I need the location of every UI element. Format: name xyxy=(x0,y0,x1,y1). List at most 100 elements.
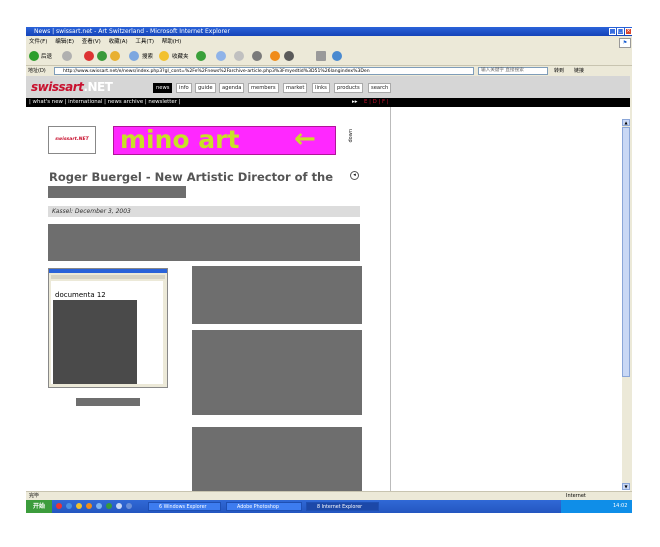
image-credit-block xyxy=(76,398,140,406)
logo-text: swissart xyxy=(31,80,84,94)
nav-members[interactable]: members xyxy=(248,83,279,93)
nav-search[interactable]: search xyxy=(368,83,392,93)
clock: 14:02 xyxy=(613,503,628,509)
logo-ext: .NET xyxy=(83,80,113,94)
minimize-button[interactable]: _ xyxy=(609,28,616,35)
app-icon[interactable] xyxy=(106,503,112,509)
history-icon[interactable] xyxy=(196,51,206,61)
dateline: Kassel: December 3, 2003 xyxy=(52,208,131,215)
go-button[interactable]: 转到 xyxy=(554,66,564,76)
back-button-label[interactable]: 后退 xyxy=(41,52,52,60)
discuss-icon[interactable] xyxy=(332,51,342,61)
page-viewport: swissart.NET news info guide agenda memb… xyxy=(26,76,630,491)
favorites-button-label[interactable]: 收藏夹 xyxy=(172,52,189,60)
window-title: News | swissart.net - Art Switzerland - … xyxy=(34,28,230,35)
article-title: Roger Buergel - New Artistic Director of… xyxy=(49,170,334,184)
back-arrow-icon[interactable] xyxy=(29,51,39,61)
url-field[interactable]: http://www.swissart.net/e/news/index.php… xyxy=(54,67,474,75)
scroll-arrow-icon[interactable]: ◂ xyxy=(350,171,359,180)
address-label: 地址(D) xyxy=(28,68,46,74)
scroll-down-icon[interactable]: ▼ xyxy=(622,483,630,490)
menu-edit[interactable]: 编辑(E) xyxy=(55,39,74,45)
keyword-search-field[interactable]: 输入关键字 直接搜索 xyxy=(478,67,548,75)
nav-news[interactable]: news xyxy=(153,83,173,93)
nav-products[interactable]: products xyxy=(334,83,363,93)
menu-view[interactable]: 查看(V) xyxy=(82,39,101,45)
nav-links[interactable]: links xyxy=(312,83,330,93)
image-titlebar xyxy=(49,269,167,273)
messenger-icon[interactable] xyxy=(284,51,294,61)
menu-bar: 文件(F) 编辑(E) 查看(V) 收藏(A) 工具(T) 帮助(H) ⚑ xyxy=(26,37,632,48)
sub-navigation: | what's new | international | news arch… xyxy=(26,98,630,107)
site-logo[interactable]: swissart.NET xyxy=(31,80,113,94)
banner-text: mino art xyxy=(120,125,240,154)
lead-text-block xyxy=(48,224,360,261)
close-button[interactable]: × xyxy=(625,28,632,35)
play-icon: ▸▸ xyxy=(352,99,358,105)
text-block-2 xyxy=(192,330,362,415)
address-bar: 地址(D) http://www.swissart.net/e/news/ind… xyxy=(26,65,632,76)
media-play-icon[interactable] xyxy=(270,51,280,61)
app-icon[interactable] xyxy=(76,503,82,509)
nav-agenda[interactable]: agenda xyxy=(219,83,245,93)
url-text: http://www.swissart.net/e/news/index.php… xyxy=(63,69,370,74)
text-block-3 xyxy=(192,427,362,491)
task-photoshop[interactable]: Adobe Photoshop xyxy=(226,502,302,511)
scroll-up-icon[interactable]: ▲ xyxy=(622,119,630,126)
nav-guide[interactable]: guide xyxy=(195,83,216,93)
app-icon[interactable] xyxy=(96,503,102,509)
subnav-links[interactable]: | what's new | international | news arch… xyxy=(29,98,180,107)
site-header: swissart.NET news info guide agenda memb… xyxy=(26,76,630,98)
task-internet-explorer[interactable]: 8 Internet Explorer xyxy=(306,502,379,511)
image-caption: documenta 12 xyxy=(55,291,106,299)
refresh-icon[interactable] xyxy=(97,51,107,61)
maximize-button[interactable]: □ xyxy=(617,28,624,35)
app-icon[interactable] xyxy=(66,503,72,509)
text-block-1 xyxy=(192,266,362,324)
menu-tools[interactable]: 工具(T) xyxy=(135,39,154,45)
image-dark-block xyxy=(53,300,137,384)
browser-window: News | swissart.net - Art Switzerland - … xyxy=(26,27,632,513)
system-tray: 14:02 xyxy=(561,500,632,513)
app-icon[interactable] xyxy=(56,503,62,509)
forward-arrow-icon[interactable] xyxy=(62,51,72,61)
favorites-star-icon[interactable] xyxy=(159,51,169,61)
nav-info[interactable]: info xyxy=(176,83,192,93)
stop-icon[interactable] xyxy=(84,51,94,61)
print-icon[interactable] xyxy=(234,51,244,61)
title-bar: News | swissart.net - Art Switzerland - … xyxy=(26,27,632,36)
scroll-thumb[interactable] xyxy=(622,127,630,377)
toolbar: 后退 搜索 收藏夹 xyxy=(26,48,632,64)
nav-market[interactable]: market xyxy=(283,83,308,93)
search-button-label[interactable]: 搜索 xyxy=(142,52,153,60)
dateline-bar: Kassel: December 3, 2003 xyxy=(48,206,360,217)
menu-favorites[interactable]: 收藏(A) xyxy=(109,39,128,45)
taskbar: 开始 6 Windows Explorer Adobe Photoshop 8 … xyxy=(26,500,632,513)
app-icon[interactable] xyxy=(116,503,122,509)
article-image: documenta 12 xyxy=(48,268,168,388)
title-redacted-block xyxy=(48,186,186,198)
task-windows-explorer[interactable]: 6 Windows Explorer xyxy=(148,502,221,511)
vertical-scrollbar[interactable]: ▲ ▼ xyxy=(622,119,630,490)
app-icon[interactable] xyxy=(86,503,92,509)
windows-flag-icon: ⚑ xyxy=(619,38,631,48)
menu-file[interactable]: 文件(F) xyxy=(29,39,47,45)
edit-icon[interactable] xyxy=(252,51,262,61)
mail-icon[interactable] xyxy=(216,51,226,61)
article-area: swissart.NET mino art ← down Roger Buerg… xyxy=(26,107,622,491)
small-logo[interactable]: swissart.NET xyxy=(48,126,96,154)
research-icon[interactable] xyxy=(316,51,326,61)
quick-launch xyxy=(56,503,136,510)
start-button[interactable]: 开始 xyxy=(26,500,52,513)
menu-help[interactable]: 帮助(H) xyxy=(162,39,181,45)
down-label[interactable]: down xyxy=(348,129,354,143)
arrow-left-icon: ← xyxy=(294,124,316,154)
image-toolbar xyxy=(51,275,165,279)
language-switch[interactable]: E | D | F | xyxy=(364,98,389,107)
search-icon[interactable] xyxy=(129,51,139,61)
home-icon[interactable] xyxy=(110,51,120,61)
links-label[interactable]: 链接 xyxy=(574,66,584,76)
app-icon[interactable] xyxy=(126,503,132,509)
mino-art-banner[interactable]: mino art ← xyxy=(113,124,336,155)
image-page: documenta 12 xyxy=(51,281,163,384)
